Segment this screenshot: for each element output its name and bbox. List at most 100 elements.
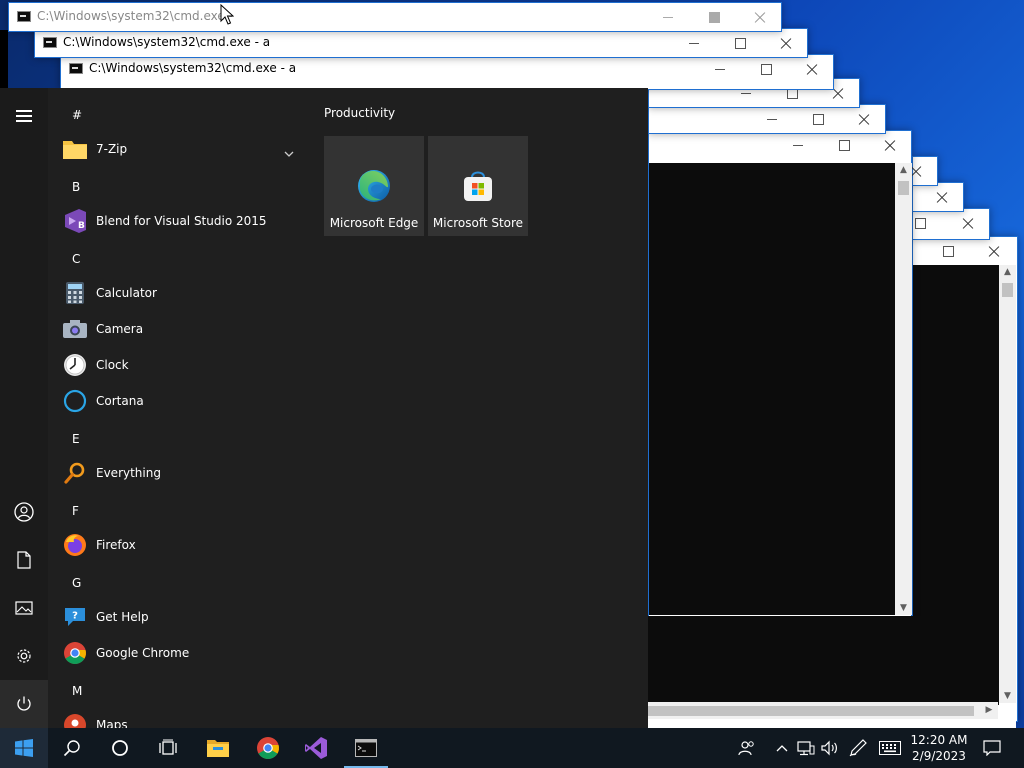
expand-button[interactable]: [0, 92, 48, 140]
section-header-c[interactable]: C: [72, 241, 80, 277]
task-view-icon: [159, 739, 177, 755]
app-item-firefox[interactable]: Firefox: [62, 527, 308, 563]
section-header-g[interactable]: G: [72, 565, 81, 601]
vertical-scrollbar[interactable]: ▲ ▼: [999, 265, 1016, 703]
people-button[interactable]: [732, 728, 762, 768]
close-button[interactable]: [971, 237, 1017, 265]
cmd-window-9[interactable]: [912, 208, 990, 240]
maximize-button[interactable]: [795, 105, 841, 133]
section-header-hash[interactable]: #: [72, 97, 82, 133]
titlebar[interactable]: [913, 183, 963, 211]
titlebar[interactable]: [649, 105, 885, 133]
scroll-down-arrow[interactable]: ▼: [999, 689, 1016, 703]
maximize-button[interactable]: [743, 55, 789, 83]
minimize-button[interactable]: [749, 105, 795, 133]
section-header-b[interactable]: B: [72, 169, 80, 205]
tile-microsoft-store[interactable]: Microsoft Store: [428, 136, 528, 236]
pictures-button[interactable]: [0, 584, 48, 632]
close-button[interactable]: [789, 55, 835, 83]
close-button[interactable]: [945, 209, 991, 237]
app-item-blend[interactable]: B Blend for Visual Studio 2015: [62, 203, 308, 239]
app-list[interactable]: # 7-Zip B B Blend for Visual Studio 2015…: [48, 88, 310, 728]
close-button[interactable]: [737, 3, 783, 31]
app-item-get-help[interactable]: ? Get Help: [62, 599, 308, 635]
chrome-icon: [257, 737, 279, 759]
power-button[interactable]: [0, 680, 48, 728]
console-area[interactable]: [648, 616, 998, 702]
cortana-button[interactable]: [96, 728, 144, 768]
titlebar[interactable]: [913, 157, 937, 185]
console-area[interactable]: [649, 163, 895, 615]
people-icon: [738, 741, 754, 756]
minimize-button[interactable]: [697, 55, 743, 83]
close-button[interactable]: [763, 29, 809, 57]
app-item-cortana[interactable]: Cortana: [62, 383, 308, 419]
chrome-taskbar-button[interactable]: [244, 728, 292, 768]
touch-keyboard-button[interactable]: [876, 728, 904, 768]
app-item-camera[interactable]: Camera: [62, 311, 308, 347]
account-button[interactable]: [0, 488, 48, 536]
horizontal-scrollbar[interactable]: ▶: [648, 702, 998, 719]
volume-button[interactable]: [818, 728, 842, 768]
titlebar[interactable]: [913, 237, 1017, 265]
network-button[interactable]: [794, 728, 818, 768]
titlebar[interactable]: C:\Windows\system32\cmd.exe - a: [61, 55, 833, 83]
task-view-button[interactable]: [144, 728, 192, 768]
titlebar[interactable]: C:\Windows\system32\cmd.exe - a: [35, 29, 807, 57]
maximize-button[interactable]: [925, 237, 971, 265]
cmd-window-2[interactable]: C:\Windows\system32\cmd.exe - a: [34, 28, 808, 58]
cmd-window-8[interactable]: [912, 182, 964, 212]
close-button[interactable]: [919, 183, 965, 211]
cmd-window-7[interactable]: [912, 156, 938, 186]
section-header-f[interactable]: F: [72, 493, 79, 529]
titlebar[interactable]: [913, 209, 989, 237]
tile-group-title[interactable]: Productivity: [324, 106, 395, 120]
cmd-window-3[interactable]: C:\Windows\system32\cmd.exe - a: [60, 54, 834, 90]
maximize-button[interactable]: [717, 29, 763, 57]
minimize-button[interactable]: [645, 3, 691, 31]
close-button[interactable]: [867, 131, 913, 159]
search-icon: [63, 740, 80, 757]
search-button[interactable]: [48, 728, 96, 768]
maximize-button[interactable]: [821, 131, 867, 159]
tile-microsoft-edge[interactable]: Microsoft Edge: [324, 136, 424, 236]
titlebar[interactable]: [649, 131, 911, 159]
app-item-maps[interactable]: Maps: [62, 707, 308, 728]
visual-studio-button[interactable]: [292, 728, 340, 768]
start-button[interactable]: [0, 728, 48, 768]
scroll-thumb[interactable]: [1002, 283, 1013, 297]
scroll-thumb[interactable]: [898, 181, 909, 195]
app-item-everything[interactable]: Everything: [62, 455, 308, 491]
minimize-button[interactable]: [671, 29, 717, 57]
settings-button[interactable]: [0, 632, 48, 680]
titlebar[interactable]: C:\Windows\system32\cmd.exe -: [9, 3, 781, 31]
cmd-window-5[interactable]: [648, 104, 886, 134]
show-hidden-icons-button[interactable]: [772, 728, 792, 768]
file-explorer-button[interactable]: [194, 728, 242, 768]
section-header-m[interactable]: M: [72, 673, 82, 709]
scroll-up-arrow[interactable]: ▲: [999, 265, 1016, 279]
cmd-icon: [69, 63, 83, 74]
cmd-window-6[interactable]: ▲ ▼: [648, 130, 912, 618]
section-header-e[interactable]: E: [72, 421, 80, 457]
close-button[interactable]: [841, 105, 887, 133]
app-item-calculator[interactable]: Calculator: [62, 275, 308, 311]
vertical-scrollbar[interactable]: ▲ ▼: [895, 163, 912, 615]
minimize-button[interactable]: [775, 131, 821, 159]
pen-workspace-button[interactable]: [846, 728, 870, 768]
app-item-7zip[interactable]: 7-Zip: [62, 131, 308, 167]
app-item-google-chrome[interactable]: Google Chrome: [62, 635, 308, 671]
maximize-button[interactable]: [691, 3, 737, 31]
app-label: Camera: [96, 322, 144, 336]
scroll-up-arrow[interactable]: ▲: [895, 163, 912, 177]
scroll-thumb[interactable]: [648, 706, 974, 716]
scroll-down-arrow[interactable]: ▼: [895, 601, 912, 615]
scroll-right-arrow[interactable]: ▶: [982, 702, 996, 719]
command-prompt-button[interactable]: [342, 728, 390, 768]
action-center-button[interactable]: [978, 728, 1006, 768]
chevron-down-icon[interactable]: [284, 143, 294, 162]
documents-button[interactable]: [0, 536, 48, 584]
clock[interactable]: 12:20 AM 2/9/2023: [906, 732, 972, 764]
app-item-clock[interactable]: Clock: [62, 347, 308, 383]
cmd-window-1[interactable]: C:\Windows\system32\cmd.exe -: [8, 2, 782, 32]
